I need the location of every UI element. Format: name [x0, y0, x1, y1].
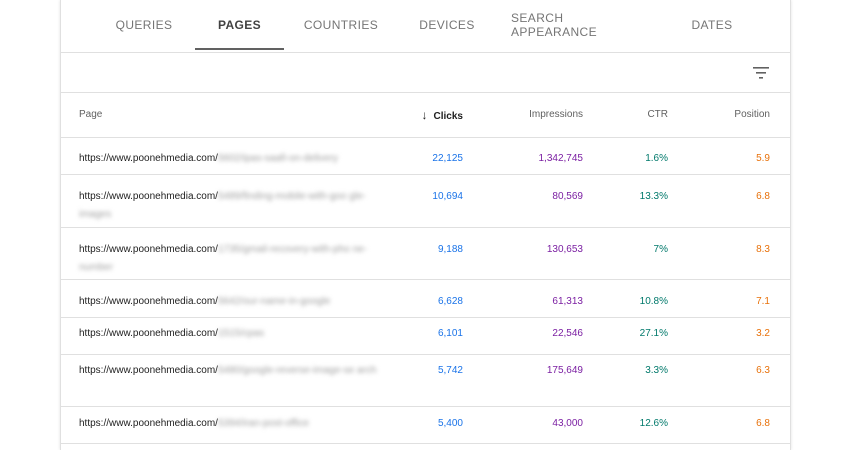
- impressions-value: 43,000: [552, 418, 583, 429]
- page-cell[interactable]: https://www.poonehmedia.com/5642/our-nam…: [79, 293, 379, 311]
- page-cell[interactable]: https://www.poonehmedia.com/1515/cpas: [79, 325, 379, 343]
- page-url: https://www.poonehmedia.com/: [79, 365, 218, 376]
- ctr-value: 27.1%: [639, 328, 668, 339]
- ctr-value: 13.3%: [639, 191, 668, 202]
- position-value: 5.9: [756, 153, 770, 164]
- clicks-value: 9,188: [437, 244, 463, 255]
- page-url: https://www.poonehmedia.com/: [79, 328, 218, 339]
- dimension-tabs: QUERIES PAGES COUNTRIES DEVICES SEARCH A…: [61, 0, 790, 53]
- ctr-value: 3.3%: [645, 365, 668, 376]
- impressions-value: 1,342,745: [538, 153, 584, 164]
- page-cell[interactable]: https://www.poonehmedia.com/5480/google-…: [79, 362, 379, 380]
- page-url: https://www.poonehmedia.com/: [79, 191, 218, 202]
- page-slug: 5394/iran-post-office: [217, 418, 309, 429]
- position-value: 6.8: [756, 191, 770, 202]
- table-row[interactable]: https://www.poonehmedia.com/1735/gmail-r…: [61, 228, 790, 280]
- filter-icon: [753, 67, 769, 79]
- impressions-value: 80,569: [552, 191, 583, 202]
- column-header-clicks-label: Clicks: [433, 111, 463, 122]
- table-row[interactable]: https://www.poonehmedia.com/5642/our-nam…: [61, 280, 790, 318]
- table-toolbar: [61, 53, 790, 93]
- column-header-impressions[interactable]: Impressions: [501, 93, 583, 137]
- tab-devices[interactable]: DEVICES: [413, 0, 481, 50]
- page-slug: 1515/cpas: [217, 328, 265, 339]
- page-cell[interactable]: https://www.poonehmedia.com/5394/iran-po…: [79, 415, 379, 433]
- tab-pages[interactable]: PAGES: [195, 0, 284, 50]
- page-slug: 5602/ipas-saafi-on-delivery: [217, 153, 339, 164]
- table-row[interactable]: https://www.poonehmedia.com/5394/iran-po…: [61, 407, 790, 444]
- table-row[interactable]: https://www.poonehmedia.com/5480/google-…: [61, 355, 790, 407]
- page-cell[interactable]: https://www.poonehmedia.com/1735/gmail-r…: [79, 241, 379, 277]
- column-header-position[interactable]: Position: [681, 93, 770, 137]
- ctr-value: 7%: [653, 244, 668, 255]
- position-value: 7.1: [756, 296, 770, 307]
- tab-queries[interactable]: QUERIES: [109, 0, 179, 50]
- page-slug: 5480/google-reverse-image-se arch: [217, 365, 377, 376]
- impressions-value: 175,649: [546, 365, 583, 376]
- page-url: https://www.poonehmedia.com/: [79, 244, 218, 255]
- filter-button[interactable]: [749, 61, 773, 85]
- column-header-ctr[interactable]: CTR: [601, 93, 668, 137]
- impressions-value: 22,546: [552, 328, 583, 339]
- page-url: https://www.poonehmedia.com/: [79, 418, 218, 429]
- column-header-clicks[interactable]: ↓ Clicks: [391, 93, 463, 137]
- table-row[interactable]: https://www.poonehmedia.com/1515/cpas 6,…: [61, 318, 790, 355]
- page-cell[interactable]: https://www.poonehmedia.com/5602/ipas-sa…: [79, 150, 379, 168]
- table-header: Page ↓ Clicks Impressions CTR Position: [61, 93, 790, 138]
- active-tab-indicator: [195, 48, 284, 50]
- arrow-down-icon: ↓: [421, 108, 428, 122]
- table-row[interactable]: https://www.poonehmedia.com/5602/ipas-sa…: [61, 137, 790, 175]
- page-cell[interactable]: https://www.poonehmedia.com/5489/finding…: [79, 188, 379, 224]
- table-row[interactable]: https://www.poonehmedia.com/5489/finding…: [61, 175, 790, 228]
- position-value: 6.3: [756, 365, 770, 376]
- tab-countries[interactable]: COUNTRIES: [301, 0, 381, 50]
- position-value: 6.8: [756, 418, 770, 429]
- ctr-value: 1.6%: [645, 153, 668, 164]
- page-url: https://www.poonehmedia.com/: [79, 153, 218, 164]
- position-value: 8.3: [756, 244, 770, 255]
- tab-search-appearance[interactable]: SEARCH APPEARANCE: [511, 0, 651, 50]
- column-header-page[interactable]: Page: [79, 93, 102, 137]
- clicks-value: 6,101: [437, 328, 463, 339]
- ctr-value: 12.6%: [639, 418, 668, 429]
- ctr-value: 10.8%: [639, 296, 668, 307]
- performance-table-card: QUERIES PAGES COUNTRIES DEVICES SEARCH A…: [60, 0, 791, 450]
- impressions-value: 130,653: [546, 244, 583, 255]
- tab-dates[interactable]: DATES: [679, 0, 745, 50]
- page-slug: 5642/our-name-in-google: [217, 296, 331, 307]
- clicks-value: 5,400: [437, 418, 463, 429]
- clicks-value: 22,125: [432, 153, 463, 164]
- clicks-value: 6,628: [437, 296, 463, 307]
- clicks-value: 10,694: [432, 191, 463, 202]
- position-value: 3.2: [756, 328, 770, 339]
- page-url: https://www.poonehmedia.com/: [79, 296, 218, 307]
- clicks-value: 5,742: [437, 365, 463, 376]
- impressions-value: 61,313: [552, 296, 583, 307]
